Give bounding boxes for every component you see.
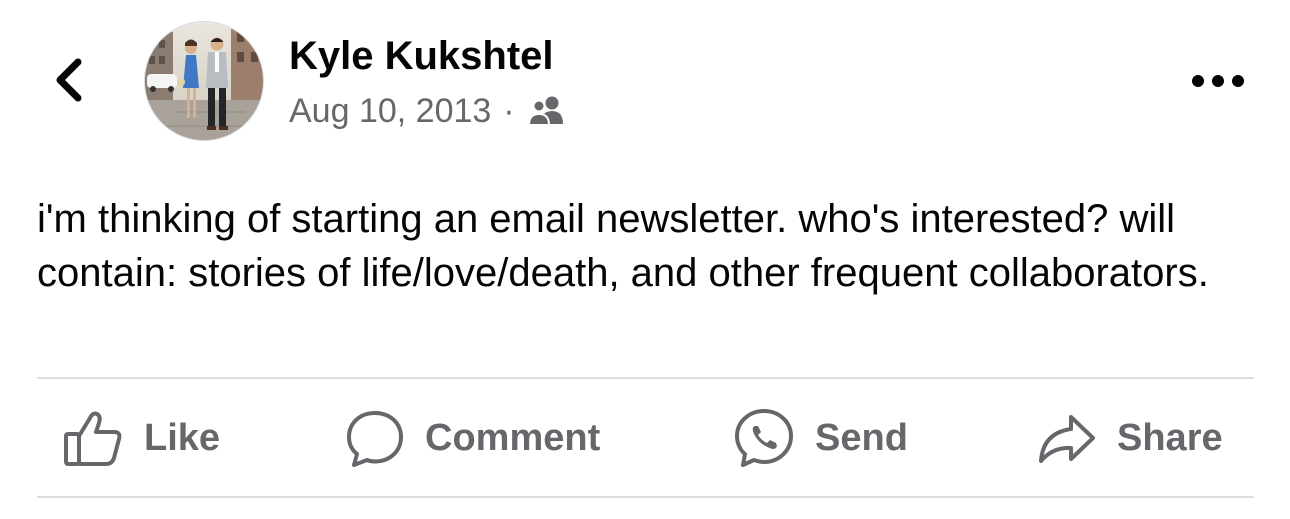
- share-button[interactable]: Share: [1037, 402, 1223, 474]
- chevron-left-icon: [56, 58, 82, 102]
- divider: [37, 496, 1254, 498]
- meta-separator: ·: [503, 91, 515, 130]
- comment-bubble-icon: [347, 411, 403, 467]
- avatar[interactable]: [144, 21, 264, 141]
- post-text: i'm thinking of starting an email newsle…: [37, 197, 1209, 295]
- more-options-button[interactable]: [1190, 66, 1246, 96]
- share-arrow-icon: [1039, 415, 1095, 463]
- more-horizontal-icon: [1192, 75, 1244, 87]
- friends-icon[interactable]: [527, 94, 567, 128]
- back-button[interactable]: [50, 52, 90, 108]
- like-button[interactable]: Like: [62, 402, 220, 474]
- send-button[interactable]: Send: [733, 402, 908, 474]
- divider: [37, 377, 1254, 379]
- share-label: Share: [1117, 416, 1223, 459]
- thumbs-up-icon: [64, 411, 122, 466]
- messenger-icon: [735, 409, 793, 467]
- like-label: Like: [144, 416, 221, 459]
- post-date[interactable]: Aug 10, 2013: [289, 92, 491, 131]
- comment-label: Comment: [425, 416, 601, 459]
- comment-button[interactable]: Comment: [345, 402, 600, 474]
- post-meta: Aug 10, 2013 ·: [289, 90, 567, 132]
- author-name[interactable]: Kyle Kukshtel: [289, 33, 554, 79]
- send-label: Send: [815, 416, 908, 459]
- avatar-photo: [145, 22, 263, 140]
